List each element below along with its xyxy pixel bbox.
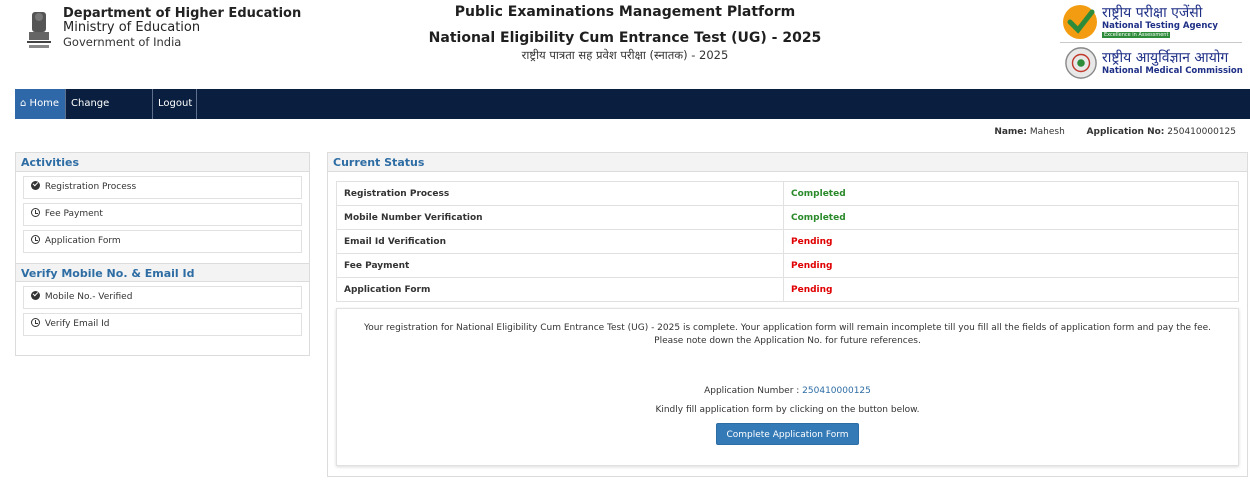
government-name: Government of India (63, 35, 182, 49)
verify-email-item[interactable]: Verify Email Id (23, 313, 302, 336)
platform-title: Public Examinations Management Platform (454, 4, 796, 20)
top-navigation: ⌂ Home Change Password Logout (15, 89, 1250, 139)
clock-icon (31, 318, 40, 327)
registration-message-line1: Your registration for National Eligibili… (363, 323, 1212, 333)
nta-english-name: National Testing Agency (1102, 21, 1218, 31)
complete-application-form-button[interactable]: Complete Application Form (716, 423, 859, 445)
table-row: Registration Process Completed (336, 181, 1239, 206)
user-appno-label: Application No: (1086, 127, 1165, 137)
nta-hindi-name: राष्ट्रीय परीक्षा एजेंसी (1102, 5, 1203, 21)
user-name-label: Name: (994, 127, 1027, 137)
nta-tagline: Excellence in Assessment (1102, 32, 1171, 38)
nav-change-password[interactable]: Change Password (66, 89, 153, 139)
application-number-line: Application Number : 250410000125 (337, 386, 1238, 396)
registration-message-line2: Please note down the Application No. for… (654, 336, 921, 346)
application-number-label: Application Number : (704, 386, 800, 396)
status-label: Email Id Verification (336, 229, 784, 254)
status-label: Application Form (336, 277, 784, 302)
nmc-hindi-name: राष्ट्रीय आयुर्विज्ञान आयोग (1102, 50, 1229, 66)
status-value: Pending (783, 229, 1239, 254)
national-emblem-icon (27, 12, 51, 48)
current-status-heading: Current Status (328, 153, 1247, 172)
clock-icon (31, 208, 40, 217)
exam-title: National Eligibility Cum Entrance Test (… (428, 30, 822, 46)
registration-info-box: Your registration for National Eligibili… (336, 308, 1239, 466)
activity-label: Fee Payment (44, 209, 103, 219)
verify-mobile-item[interactable]: Mobile No.- Verified (23, 286, 302, 309)
clock-icon (31, 235, 40, 244)
status-label: Fee Payment (336, 253, 784, 278)
table-row: Fee Payment Pending (336, 253, 1239, 278)
status-label: Registration Process (336, 181, 784, 206)
status-table: Registration Process Completed Mobile Nu… (336, 181, 1239, 302)
ministry-name: Ministry of Education (63, 20, 201, 35)
status-value: Pending (783, 253, 1239, 278)
exam-title-hindi: राष्ट्रीय पात्रता सह प्रवेश परीक्षा (स्न… (521, 48, 729, 62)
verify-label: Mobile No.- Verified (44, 292, 133, 302)
table-row: Mobile Number Verification Completed (336, 205, 1239, 230)
logo-divider (1060, 42, 1242, 43)
user-info-bar: Name: Mahesh Application No: 25041000012… (994, 127, 1236, 137)
department-block: Department of Higher Education Ministry … (63, 6, 302, 50)
home-icon: ⌂ (20, 98, 27, 109)
title-block: Public Examinations Management Platform … (360, 4, 890, 63)
status-value: Completed (783, 205, 1239, 230)
instruction-text: Kindly fill application form by clicking… (655, 405, 920, 415)
status-value: Completed (783, 181, 1239, 206)
nav-home-label: Home (29, 98, 60, 109)
verify-heading: Verify Mobile No. & Email Id (16, 263, 309, 282)
current-status-panel: Current Status Registration Process Comp… (327, 152, 1248, 477)
user-appno-value: 250410000125 (1167, 127, 1236, 137)
registration-message: Your registration for National Eligibili… (337, 322, 1238, 348)
verify-label: Verify Email Id (44, 319, 110, 329)
department-name: Department of Higher Education (63, 6, 302, 21)
check-circle-icon (31, 181, 40, 190)
activities-heading: Activities (16, 153, 309, 172)
activity-application-form[interactable]: Application Form (23, 230, 302, 253)
nmc-logo-icon (1065, 47, 1097, 79)
nav-logout[interactable]: Logout (153, 89, 197, 119)
application-number-value: 250410000125 (802, 386, 871, 396)
activity-registration-process[interactable]: Registration Process (23, 176, 302, 199)
activity-label: Application Form (44, 236, 121, 246)
page-header: Department of Higher Education Ministry … (0, 0, 1250, 89)
activity-fee-payment[interactable]: Fee Payment (23, 203, 302, 226)
left-panel: Activities Registration Process Fee Paym… (15, 152, 310, 356)
nmc-english-name: National Medical Commission (1102, 66, 1243, 76)
activity-label: Registration Process (44, 182, 137, 192)
user-name-value: Mahesh (1029, 127, 1065, 137)
status-value: Pending (783, 277, 1239, 302)
nta-logo-icon (1063, 5, 1097, 39)
table-row: Email Id Verification Pending (336, 229, 1239, 254)
table-row: Application Form Pending (336, 277, 1239, 302)
check-circle-icon (31, 291, 40, 300)
status-label: Mobile Number Verification (336, 205, 784, 230)
nav-home[interactable]: ⌂ Home (15, 89, 66, 119)
